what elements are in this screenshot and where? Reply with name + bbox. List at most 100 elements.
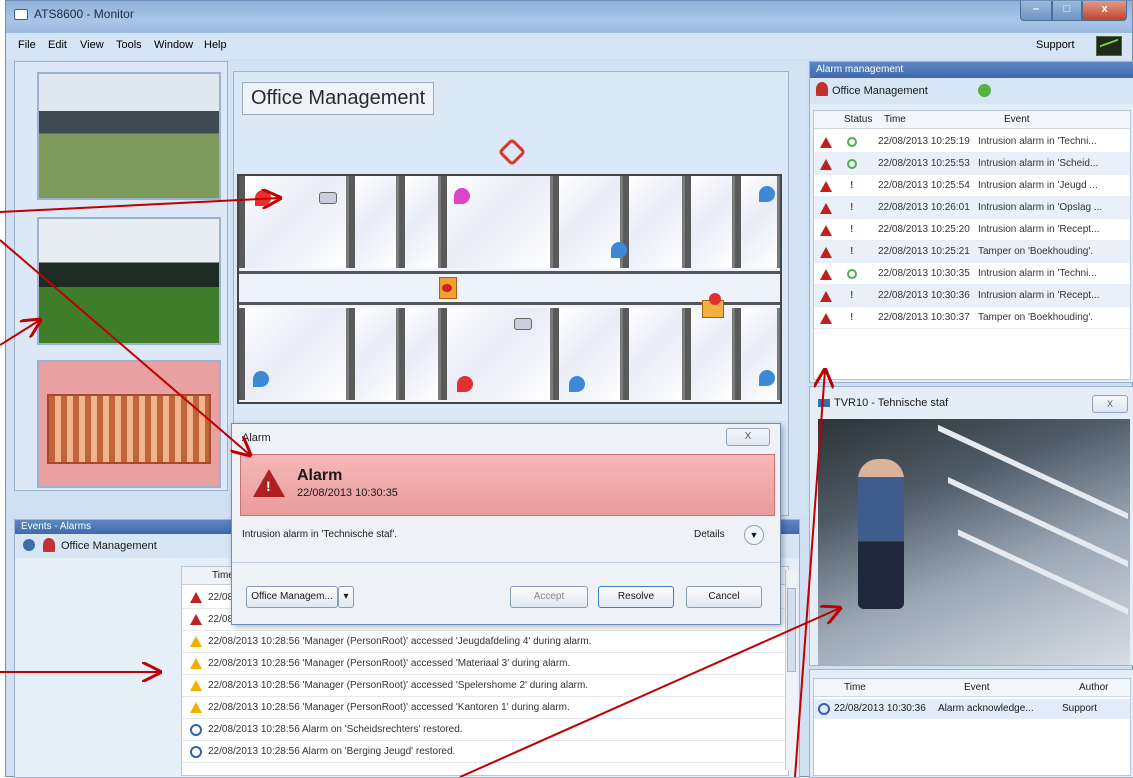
column-time[interactable]: Time <box>844 682 866 693</box>
signal-icon[interactable] <box>1096 36 1122 56</box>
events-icon[interactable] <box>23 539 35 551</box>
camera-icon[interactable] <box>514 318 532 330</box>
alarm-row[interactable]: ! 22/08/2013 10:30:37 Tamper on 'Boekhoudi… <box>814 307 1130 329</box>
room[interactable] <box>685 308 735 400</box>
scroll-thumb[interactable] <box>787 588 796 672</box>
alarm-row[interactable]: ! 22/08/2013 10:26:01 Intrusion alarm in '… <box>814 197 1130 219</box>
log-row[interactable]: 22/08/2013 10:30:36 Alarm acknowledge...… <box>814 699 1130 719</box>
alarm-row[interactable]: ! 22/08/2013 10:25:20 Intrusion alarm in '… <box>814 219 1130 241</box>
alarm-event: Intrusion alarm in 'Recept... <box>978 224 1100 235</box>
alarm-zone-icon[interactable] <box>255 190 271 206</box>
site-thumbnail[interactable] <box>37 72 221 200</box>
event-row[interactable]: 22/08/2013 10:28:56 'Manager (PersonRoot… <box>182 631 788 653</box>
alarm-log-table[interactable]: Time Event Author 22/08/2013 10:30:36 Al… <box>813 678 1131 776</box>
zone-icon[interactable] <box>611 242 627 258</box>
menu-bar: File Edit View Tools Window Help Support <box>6 33 1132 59</box>
alarm-site-select[interactable]: Office Management <box>832 85 928 97</box>
log-header: Time Event Author <box>814 679 1130 697</box>
alarm-time: 22/08/2013 10:25:21 <box>878 246 970 257</box>
accept-button[interactable]: Accept <box>510 586 588 608</box>
site-thumbnail[interactable] <box>37 217 221 345</box>
alarm-row[interactable]: 22/08/2013 10:25:53 Intrusion alarm in 'S… <box>814 153 1130 175</box>
alarm-table[interactable]: Status Time Event 22/08/2013 10:25:19 Int… <box>813 110 1131 380</box>
room[interactable] <box>735 308 780 400</box>
alarm-management-title: Alarm management <box>810 62 1133 78</box>
event-row[interactable]: 22/08/2013 10:28:56 'Manager (PersonRoot… <box>182 653 788 675</box>
minimize-button[interactable]: – <box>1020 1 1052 21</box>
menu-tools[interactable]: Tools <box>116 39 142 51</box>
details-label[interactable]: Details <box>694 529 725 540</box>
divider <box>232 562 780 563</box>
camera-panel: TVR10 - Tehnische staf X <box>809 386 1133 666</box>
room[interactable] <box>685 176 735 268</box>
app-window: ATS8600 - Monitor – □ x File Edit View T… <box>5 0 1133 778</box>
intrusion-marker-icon[interactable] <box>497 137 527 167</box>
events-site-select[interactable]: Office Management <box>61 540 157 552</box>
column-time[interactable]: Time <box>884 114 906 125</box>
alarm-log-panel: Time Event Author 22/08/2013 10:30:36 Al… <box>809 669 1133 778</box>
menu-view[interactable]: View <box>80 39 104 51</box>
maximize-button[interactable]: □ <box>1052 1 1082 21</box>
site-thumbnail[interactable] <box>37 360 221 488</box>
alarm-time: 22/08/2013 10:26:01 <box>878 202 970 213</box>
dialog-close-button[interactable]: X <box>726 428 770 446</box>
alarm-icon <box>820 159 832 170</box>
event-row[interactable]: 22/08/2013 10:28:56 'Manager (PersonRoot… <box>182 675 788 697</box>
column-status[interactable]: Status <box>844 114 872 125</box>
camera-feed[interactable] <box>818 419 1130 665</box>
support-link[interactable]: Support <box>1036 39 1075 51</box>
alarm-row[interactable]: 22/08/2013 10:25:19 Intrusion alarm in 'T… <box>814 131 1130 153</box>
room[interactable] <box>399 308 441 400</box>
alarm-row[interactable]: ! 22/08/2013 10:30:36 Intrusion alarm in '… <box>814 285 1130 307</box>
close-button[interactable]: x <box>1082 1 1127 21</box>
events-scrollbar[interactable] <box>785 570 797 770</box>
camera-title: TVR10 - Tehnische staf <box>834 397 949 409</box>
zone-icon[interactable] <box>569 376 585 392</box>
door-alarm-icon[interactable] <box>439 277 457 299</box>
close-icon[interactable]: X <box>1092 395 1128 413</box>
zone-icon[interactable] <box>759 186 775 202</box>
room[interactable] <box>349 176 399 268</box>
zone-icon[interactable] <box>759 370 775 386</box>
alarm-row[interactable]: ! 22/08/2013 10:25:54 Intrusion alarm in '… <box>814 175 1130 197</box>
resolve-button[interactable]: Resolve <box>598 586 674 608</box>
chevron-down-icon[interactable]: ▼ <box>744 525 764 545</box>
column-author[interactable]: Author <box>1079 682 1108 693</box>
status-exclamation-icon: ! <box>850 180 854 191</box>
room[interactable] <box>239 176 349 268</box>
zone-icon[interactable] <box>454 188 470 204</box>
info-icon <box>190 724 202 736</box>
room[interactable] <box>349 308 399 400</box>
alarm-icon <box>820 291 832 302</box>
menu-help[interactable]: Help <box>204 39 227 51</box>
event-row[interactable]: 22/08/2013 10:28:56 Alarm on 'Berging Je… <box>182 741 788 763</box>
cancel-button[interactable]: Cancel <box>686 586 762 608</box>
zone-icon[interactable] <box>253 371 269 387</box>
event-row[interactable]: 22/08/2013 10:28:56 'Manager (PersonRoot… <box>182 697 788 719</box>
column-event[interactable]: Event <box>1004 114 1030 125</box>
menu-window[interactable]: Window <box>154 39 193 51</box>
check-icon[interactable] <box>978 84 991 97</box>
room[interactable] <box>623 308 685 400</box>
menu-file[interactable]: File <box>18 39 36 51</box>
window-title: ATS8600 - Monitor <box>34 7 134 21</box>
title-bar: ATS8600 - Monitor – □ x <box>6 1 1132 33</box>
floorplan[interactable] <box>237 174 782 404</box>
camera-icon <box>818 399 830 407</box>
room[interactable] <box>623 176 685 268</box>
site-dropdown-button[interactable]: ▾ <box>338 586 354 608</box>
status-exclamation-icon: ! <box>850 202 854 213</box>
alarm-row[interactable]: ! 22/08/2013 10:25:21 Tamper on 'Boekhoudi… <box>814 241 1130 263</box>
alarm-heading: Alarm <box>297 467 343 484</box>
column-event[interactable]: Event <box>964 682 990 693</box>
status-ok-icon <box>847 269 857 279</box>
menu-edit[interactable]: Edit <box>48 39 67 51</box>
event-row[interactable]: 22/08/2013 10:28:56 Alarm on 'Scheidsrec… <box>182 719 788 741</box>
room[interactable] <box>553 308 623 400</box>
alarm-row[interactable]: 22/08/2013 10:30:35 Intrusion alarm in 'T… <box>814 263 1130 285</box>
mail-alarm-icon[interactable] <box>702 293 724 318</box>
room[interactable] <box>399 176 441 268</box>
alarm-zone-icon[interactable] <box>457 376 473 392</box>
site-select[interactable]: Office Managem... <box>246 586 338 608</box>
camera-icon[interactable] <box>319 192 337 204</box>
